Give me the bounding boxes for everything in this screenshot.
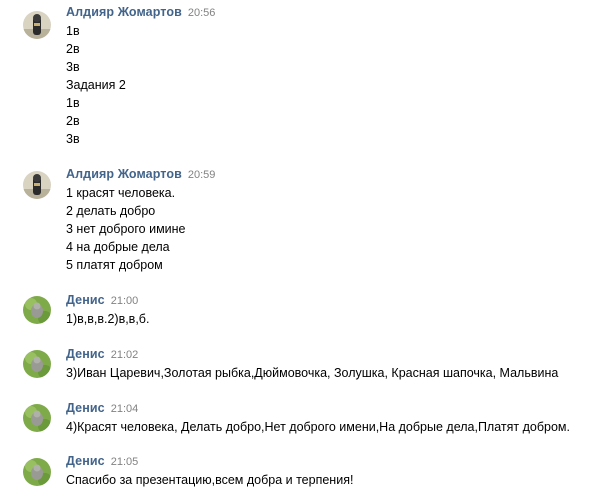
message-line: 4 на добрые дела [66, 240, 170, 254]
message-header: Денис 21:02 [66, 345, 138, 363]
message-line: 3в [66, 60, 80, 74]
message-header: Алдияр Жомартов 20:59 [66, 165, 215, 183]
message-header: Алдияр Жомартов 20:56 [66, 3, 215, 21]
message-line: 1в [66, 24, 80, 38]
message-time[interactable]: 21:02 [111, 349, 139, 361]
message-time[interactable]: 20:56 [188, 7, 216, 19]
message-header: Денис 21:05 [66, 452, 138, 470]
message-line: 2в [66, 42, 80, 56]
user-photo-icon[interactable] [23, 404, 51, 432]
message-line: 5 платят добром [66, 258, 163, 272]
message-line: 4)Красят человека, Делать добро,Нет добр… [66, 420, 570, 434]
message-line: Задания 2 [66, 78, 126, 92]
user-photo-icon[interactable] [23, 11, 51, 39]
user-photo-icon[interactable] [23, 458, 51, 486]
user-photo-icon[interactable] [23, 296, 51, 324]
author-name[interactable]: Денис [66, 401, 105, 415]
message-body: 1 красят человека. 2 делать добро 3 нет … [66, 184, 186, 274]
message-line: 1в [66, 96, 80, 110]
message-header: Денис 21:04 [66, 399, 138, 417]
message-header: Денис 21:00 [66, 291, 138, 309]
author-name[interactable]: Денис [66, 293, 105, 307]
message-line: 3)Иван Царевич,Золотая рыбка,Дюймовочка,… [66, 366, 559, 380]
message-body: Спасибо за презентацию,всем добра и терп… [66, 471, 353, 489]
author-name[interactable]: Алдияр Жомартов [66, 5, 182, 19]
message-line: 2в [66, 114, 80, 128]
message-body: 1)в,в,в.2)в,в,б. [66, 310, 149, 328]
message-body: 4)Красят человека, Делать добро,Нет добр… [66, 418, 570, 436]
message-time[interactable]: 21:04 [111, 403, 139, 415]
author-name[interactable]: Денис [66, 454, 105, 468]
message-line: 3 нет доброго имине [66, 222, 186, 236]
author-name[interactable]: Денис [66, 347, 105, 361]
author-name[interactable]: Алдияр Жомартов [66, 167, 182, 181]
message-line: Спасибо за презентацию,всем добра и терп… [66, 473, 354, 487]
message-time[interactable]: 20:59 [188, 169, 216, 181]
message-body: 3)Иван Царевич,Золотая рыбка,Дюймовочка,… [66, 364, 558, 382]
message-time[interactable]: 21:00 [111, 295, 139, 307]
message-time[interactable]: 21:05 [111, 456, 139, 468]
user-photo-icon[interactable] [23, 171, 51, 199]
message-body: 1в 2в 3в Задания 2 1в 2в 3в [66, 22, 126, 148]
message-line: 2 делать добро [66, 204, 156, 218]
message-line: 3в [66, 132, 80, 146]
chat-history: Алдияр Жомартов 20:56 1в 2в 3в Задания 2 … [0, 0, 596, 497]
message-line: 1)в,в,в.2)в,в,б. [66, 312, 150, 326]
message-line: 1 красят человека. [66, 186, 176, 200]
user-photo-icon[interactable] [23, 350, 51, 378]
